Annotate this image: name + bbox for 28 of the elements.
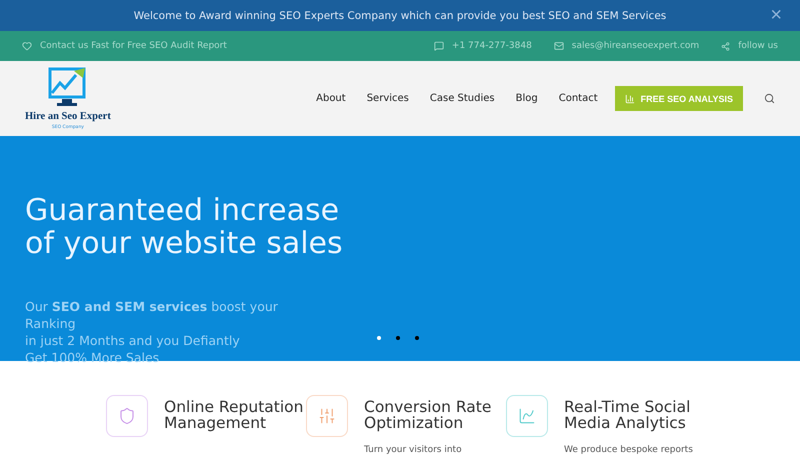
feature-title: Online Reputation Management — [164, 399, 304, 431]
line-chart-icon — [518, 407, 536, 425]
hero-text: Our SEO and SEM services boost your Ranking in just 2 Months and you Defiantly Get 100% More Sales — [25, 298, 279, 366]
phone-text: +1 774-277-3848 — [452, 41, 532, 51]
nav-link[interactable]: About — [316, 93, 346, 104]
bar-chart-icon — [624, 94, 635, 104]
nav-link[interactable]: Blog — [516, 93, 538, 104]
heart-icon — [22, 41, 32, 51]
nav-link[interactable]: Contact — [558, 93, 598, 104]
logo-name: Hire an Seo Expert — [25, 111, 111, 122]
share-icon — [721, 42, 730, 50]
feature-title: Conversion Rate Optimization — [364, 399, 492, 431]
announcement-text: Welcome to Award winning SEO Experts Company which can provide you best SEO and SEM Services — [134, 10, 666, 22]
contact-text: Contact us Fast for Free SEO Audit Report — [40, 41, 227, 51]
feature-text: Turn your visitors into — [364, 445, 463, 455]
nav-link[interactable]: Case Studies — [430, 93, 495, 104]
nav-link[interactable]: Services — [366, 93, 409, 104]
slide-dot[interactable] — [415, 336, 419, 340]
search-icon[interactable] — [764, 93, 775, 104]
slide-dot[interactable] — [377, 336, 381, 340]
feature-title: Real-Time Social Media Analytics — [564, 399, 692, 431]
chat-icon — [434, 41, 444, 51]
sliders-icon — [318, 407, 336, 425]
mail-icon — [554, 41, 564, 51]
feature-text: We produce bespoke reports — [564, 445, 694, 455]
slide-dot[interactable] — [396, 336, 400, 340]
shield-icon — [118, 407, 136, 425]
hero-title: Guaranteed increase of your website sales — [25, 194, 344, 260]
